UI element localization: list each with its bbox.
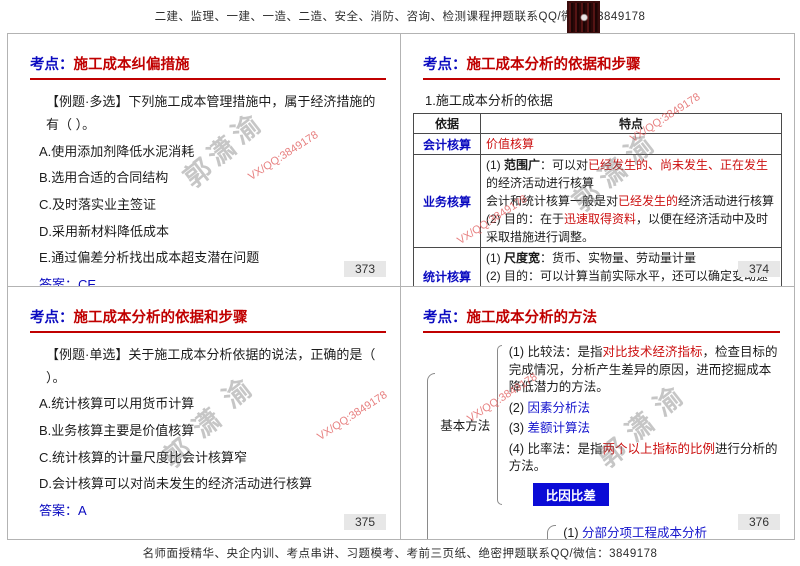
feature-line: 价值核算 bbox=[486, 137, 535, 151]
option-d: D.采用新材料降低成本 bbox=[39, 223, 170, 239]
col-header-basis: 依据 bbox=[413, 113, 481, 134]
title-prefix: 考点： bbox=[423, 309, 467, 326]
diagram-item: (1) 比较法：是指对比技术经济指标，检查目标的完成情况，分析产生差异的原因，进… bbox=[508, 345, 778, 394]
answer-line: 答案：A bbox=[39, 498, 388, 525]
answer-line: 答案：CE bbox=[39, 272, 388, 287]
footer-text: 名师面授精华、央企内训、考点串讲、习题模考、考前三页纸、绝密押题联系QQ/微信：… bbox=[142, 548, 658, 560]
diagram-branches: 基本方法 (1) 比较法：是指对比技术经济指标，检查目标的完成情况，分析产生差异… bbox=[438, 343, 782, 539]
question-text: 【例题·单选】关于施工成本分析依据的说法，正确的是（ ）。 bbox=[46, 346, 376, 385]
slide-374: 考点：施工成本分析的依据和步骤 1.施工成本分析的依据 依据 特点 会计核算 价… bbox=[401, 34, 794, 287]
table-row: 业务核算 (1) 范围广：可以对已经发生的、尚未发生、正在发生的经济活动进行核算… bbox=[413, 154, 782, 248]
feature-line: (1) 尺度宽：货币、实物量、劳动量计量 bbox=[486, 251, 697, 265]
diagram-item: (3) 差额计算法 bbox=[508, 421, 590, 435]
option-c: C.及时落实业主签证 bbox=[39, 197, 157, 213]
slide-title: 考点：施工成本分析的依据和步骤 bbox=[423, 53, 780, 80]
slides-grid: 考点：施工成本纠偏措施 【例题·多选】下列施工成本管理措施中，属于经济措施的有（… bbox=[7, 33, 795, 540]
option-d: D.会计核算可以对尚未发生的经济活动进行核算 bbox=[39, 476, 313, 492]
title-prefix: 考点： bbox=[30, 309, 74, 326]
feature-line: (2) 目的：在于迅速取得资料，以便在经济活动中及时采取措施进行调整。 bbox=[486, 212, 769, 244]
inner-brace bbox=[547, 525, 557, 539]
title-main: 施工成本分析的依据和步骤 bbox=[73, 309, 248, 326]
option-a: A.统计核算可以用货币计算 bbox=[39, 396, 195, 412]
outer-brace bbox=[427, 372, 436, 539]
slide-title: 考点：施工成本分析的依据和步骤 bbox=[30, 306, 386, 333]
option-e: E.通过偏差分析找出成本超支潜在问题 bbox=[39, 250, 260, 266]
qr-code bbox=[567, 1, 600, 34]
page-number: 375 bbox=[343, 514, 386, 530]
page-number: 374 bbox=[737, 260, 780, 277]
feature-cell: (1) 尺度宽：货币、实物量、劳动量计量 (2) 目的：可以计算当前实际水平，还… bbox=[480, 247, 782, 286]
methods-diagram: 基本方法 (1) 比较法：是指对比技术经济指标，检查目标的完成情况，分析产生差异… bbox=[427, 343, 782, 539]
branch-comprehensive-methods: 综合成本分析方法 (1) 分部分项工程成本分析 (2) 月（季）度成本分析 (3… bbox=[438, 523, 782, 539]
mnemonic-badge: 比因比差 bbox=[532, 483, 609, 506]
slide-373: 考点：施工成本纠偏措施 【例题·多选】下列施工成本管理措施中，属于经济措施的有（… bbox=[8, 34, 401, 287]
footer-banner: 名师面授精华、央企内训、考点串讲、习题模考、考前三页纸、绝密押题联系QQ/微信：… bbox=[0, 540, 800, 566]
page-number: 373 bbox=[343, 260, 386, 277]
branch-items: (1) 比较法：是指对比技术经济指标，检查目标的完成情况，分析产生差异的原因，进… bbox=[509, 343, 782, 508]
title-main: 施工成本纠偏措施 bbox=[73, 57, 190, 73]
feature-line: 会计和统计核算一般是对已经发生的经济活动进行核算 bbox=[486, 194, 775, 208]
answer-label: 答案： bbox=[39, 502, 79, 518]
basis-cell: 会计核算 bbox=[413, 133, 481, 155]
table-row: 会计核算 价值核算 bbox=[413, 133, 782, 155]
slide-title: 考点：施工成本分析的方法 bbox=[423, 306, 780, 333]
slide-375: 考点：施工成本分析的依据和步骤 【例题·单选】关于施工成本分析依据的说法，正确的… bbox=[8, 286, 401, 539]
page: 二建、监理、一建、一造、二造、安全、消防、咨询、检测课程押题联系QQ/微信：38… bbox=[0, 0, 800, 566]
answer-value: A bbox=[78, 502, 87, 518]
page-number: 376 bbox=[737, 514, 780, 530]
feature-cell: 价值核算 bbox=[480, 133, 782, 155]
diagram-item: (1) 分部分项工程成本分析 bbox=[563, 525, 708, 540]
branch-items: (1) 分部分项工程成本分析 (2) 月（季）度成本分析 (3) 年度成本分析 … bbox=[563, 523, 708, 540]
feature-cell: (1) 范围广：可以对已经发生的、尚未发生、正在发生的经济活动进行核算 会计和统… bbox=[480, 154, 782, 248]
option-b: B.业务核算主要是价值核算 bbox=[39, 422, 195, 438]
basis-feature-table: 依据 特点 会计核算 价值核算 业务核算 (1) 范围广：可以对已经发生的、尚未… bbox=[413, 113, 782, 286]
answer-label: 答案： bbox=[39, 276, 79, 287]
slide-376: 考点：施工成本分析的方法 基本方法 (1) 比较法：是指对比技术经济指标，检查目… bbox=[401, 287, 794, 539]
feature-line: (2) 目的：可以计算当前实际水平，还可以确定变动速度以预测发展趋势 bbox=[486, 269, 768, 283]
diagram-item: (4) 比率法：是指两个以上指标的比例进行分析的方法。 bbox=[508, 441, 778, 474]
title-main: 施工成本分析的方法 bbox=[466, 309, 598, 326]
inner-brace bbox=[497, 344, 502, 505]
title-prefix: 考点： bbox=[30, 57, 74, 73]
slide-title: 考点：施工成本纠偏措施 bbox=[30, 53, 386, 80]
branch-basic-methods: 基本方法 (1) 比较法：是指对比技术经济指标，检查目标的完成情况，分析产生差异… bbox=[438, 343, 782, 508]
table-row: 统计核算 (1) 尺度宽：货币、实物量、劳动量计量 (2) 目的：可以计算当前实… bbox=[413, 247, 782, 286]
basis-cell: 业务核算 bbox=[413, 154, 481, 248]
basis-cell: 统计核算 bbox=[413, 247, 481, 286]
col-header-feature: 特点 bbox=[480, 113, 782, 134]
diagram-item: (2) 因素分析法 bbox=[508, 400, 590, 415]
title-prefix: 考点： bbox=[423, 57, 467, 73]
header-banner: 二建、监理、一建、一造、二造、安全、消防、咨询、检测课程押题联系QQ/微信：38… bbox=[0, 0, 800, 32]
branch-label: 基本方法 bbox=[440, 419, 491, 434]
answer-value: CE bbox=[78, 276, 97, 287]
question-text: 【例题·多选】下列施工成本管理措施中，属于经济措施的有（ ）。 bbox=[46, 94, 376, 133]
feature-line: (1) 范围广：可以对已经发生的、尚未发生、正在发生的经济活动进行核算 bbox=[486, 158, 769, 190]
option-c: C.统计核算的计量尺度比会计核算窄 bbox=[39, 449, 248, 465]
table-header-row: 依据 特点 bbox=[413, 113, 782, 134]
section-subtitle: 1.施工成本分析的依据 bbox=[425, 93, 553, 108]
title-main: 施工成本分析的依据和步骤 bbox=[466, 57, 641, 73]
option-a: A.使用添加剂降低水泥消耗 bbox=[39, 143, 195, 159]
option-b: B.选用合适的合同结构 bbox=[39, 170, 169, 186]
